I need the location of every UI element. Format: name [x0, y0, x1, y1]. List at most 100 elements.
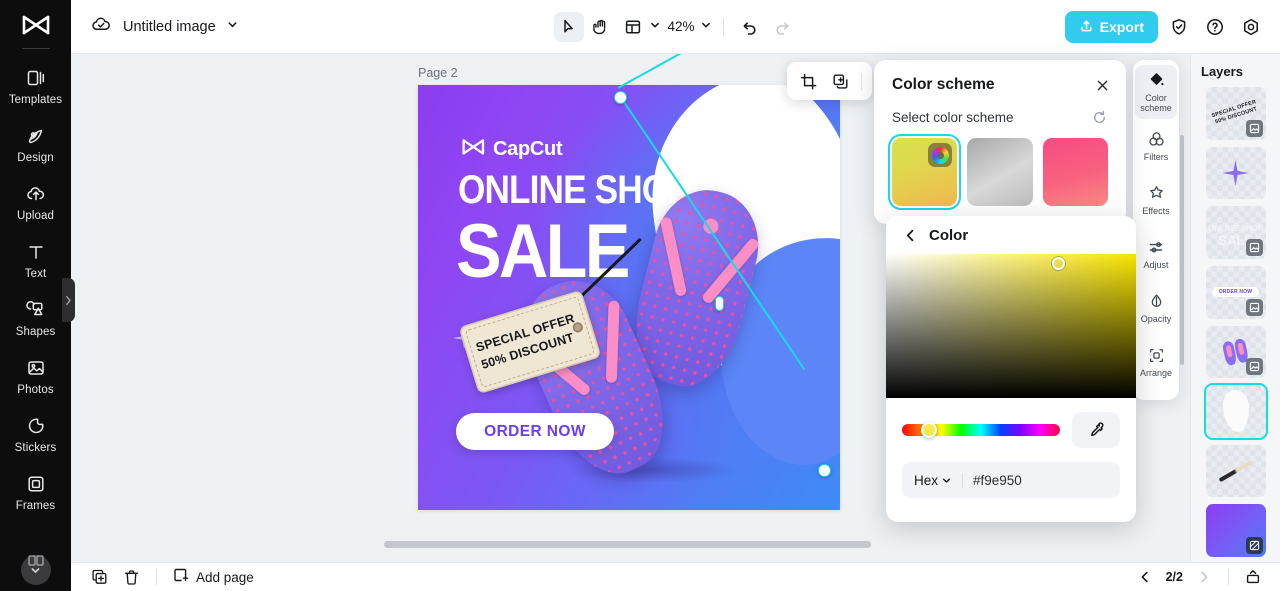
sidebar-item-label: Frames	[15, 499, 56, 512]
rail-item-effects[interactable]: Effects	[1135, 173, 1177, 227]
rail-item-color-scheme[interactable]: Color scheme	[1135, 65, 1177, 119]
saturation-value-handle[interactable]	[1052, 257, 1065, 270]
rail-item-adjust[interactable]: Adjust	[1135, 227, 1177, 281]
adjust-sliders-icon	[1147, 239, 1165, 257]
duplicate-icon[interactable]	[826, 67, 854, 95]
eyedropper-icon[interactable]	[1072, 412, 1120, 448]
sidebar-item-label: Upload	[16, 209, 55, 222]
arrange-icon	[1147, 347, 1165, 365]
export-button[interactable]: Export	[1064, 10, 1158, 43]
hex-input-bar[interactable]: Hex #f9e950	[902, 462, 1120, 498]
background-badge-icon	[1245, 537, 1263, 554]
left-sidebar: Templates Design Upload Text Shapes Phot…	[0, 0, 71, 591]
design-brand-lockup[interactable]: CapCut	[461, 138, 563, 161]
next-page-button[interactable]	[1191, 565, 1217, 589]
crop-icon[interactable]	[794, 67, 822, 95]
chevron-down-icon[interactable]	[649, 18, 661, 36]
photos-icon	[25, 357, 47, 379]
color-wheel-icon[interactable]	[928, 143, 953, 167]
top-toolbar: Untitled image 42% Export	[71, 0, 1280, 54]
layer-item-special-offer-tag[interactable]: SPECIAL OFFER 50% DISCOUNT	[1205, 87, 1266, 140]
layer-item-sparkle[interactable]	[1205, 146, 1266, 200]
duplicate-page-icon[interactable]	[85, 564, 113, 590]
sidebar-item-stickers[interactable]: Stickers	[0, 405, 71, 463]
color-scheme-swatch-yellow-green[interactable]	[887, 134, 962, 210]
select-tool-button[interactable]	[554, 11, 585, 42]
layout-grid-icon[interactable]	[618, 12, 648, 42]
frames-icon	[25, 473, 47, 495]
sidebar-item-photos[interactable]: Photos	[0, 347, 71, 405]
layout-tool-combo[interactable]	[618, 12, 661, 42]
capcut-logo-icon[interactable]	[19, 12, 53, 38]
sidebar-item-label: Text	[24, 267, 47, 280]
sidebar-item-frames[interactable]: Frames	[0, 463, 71, 521]
rail-item-label: Color scheme	[1140, 92, 1172, 113]
layer-thumb-content	[1206, 445, 1266, 498]
color-scheme-swatch-grayscale[interactable]	[967, 138, 1033, 206]
layer-item-flip-flops[interactable]	[1205, 325, 1266, 379]
layers-title: Layers	[1201, 64, 1243, 79]
canvas-horizontal-scrollbar[interactable]	[384, 541, 871, 548]
sidebar-item-upload[interactable]: Upload	[0, 173, 71, 231]
saturation-value-field[interactable]	[886, 254, 1136, 398]
hue-slider-handle[interactable]	[921, 422, 937, 438]
color-scheme-icon	[1147, 72, 1165, 90]
effects-icon	[1147, 185, 1165, 203]
chevron-left-icon[interactable]	[902, 227, 919, 244]
present-button[interactable]	[1240, 565, 1266, 589]
design-cta-button[interactable]: ORDER NOW	[456, 413, 614, 450]
rail-item-opacity[interactable]: Opacity	[1135, 281, 1177, 335]
layer-item-order-now-button[interactable]: ORDER NOW	[1205, 265, 1266, 319]
reset-icon[interactable]	[1090, 108, 1108, 126]
layer-item-background[interactable]	[1205, 504, 1266, 557]
selection-handle-bottom[interactable]	[818, 464, 831, 477]
sidebar-item-templates[interactable]: Templates	[0, 57, 71, 115]
color-scheme-swatch-pink-red[interactable]	[1042, 138, 1108, 206]
layer-brush-shape	[1218, 459, 1253, 483]
sidebar-collapse-handle[interactable]	[62, 278, 75, 322]
sidebar-item-shapes[interactable]: Shapes	[0, 289, 71, 347]
hex-mode-selector[interactable]: Hex	[914, 473, 952, 488]
selection-handle-top[interactable]	[614, 91, 627, 104]
selection-handle-mid[interactable]	[715, 296, 724, 311]
sidebar-item-label: Templates	[8, 93, 63, 106]
sidebar-items: Templates Design Upload Text Shapes Phot…	[0, 57, 71, 521]
add-page-button[interactable]: Add page	[168, 567, 258, 587]
close-icon[interactable]	[1091, 74, 1113, 96]
layer-item-white-blob[interactable]	[1203, 383, 1268, 440]
sidebar-item-design[interactable]: Design	[0, 115, 71, 173]
rail-item-arrange[interactable]: Arrange	[1135, 335, 1177, 389]
bottom-divider	[156, 569, 157, 585]
sidebar-item-text[interactable]: Text	[0, 231, 71, 289]
artboard-page-2[interactable]: CapCut ONLINE SHOP SALE SPECIAL OFFER 50…	[418, 85, 840, 510]
sidebar-item-label: Stickers	[14, 441, 57, 454]
zoom-level[interactable]: 42%	[663, 19, 698, 34]
hand-tool-button[interactable]	[586, 12, 616, 42]
design-icon	[25, 125, 47, 147]
delete-page-icon[interactable]	[117, 564, 145, 590]
help-icon[interactable]	[1200, 12, 1230, 42]
rail-item-filters[interactable]: Filters	[1135, 119, 1177, 173]
capcut-logo-icon	[461, 138, 486, 161]
rail-scrollbar[interactable]	[1180, 135, 1184, 365]
layer-item-brush-stroke[interactable]	[1205, 444, 1266, 498]
undo-button[interactable]	[735, 12, 765, 42]
design-subheadline[interactable]: SALE	[456, 213, 630, 291]
layer-thumb-content	[1206, 385, 1266, 438]
layer-item-online-shop-sale[interactable]: CapCut ONLINE SHOP SALE	[1205, 206, 1266, 259]
sidebar-more-icon	[27, 553, 45, 566]
redo-button[interactable]	[767, 12, 797, 42]
chevron-down-icon[interactable]	[700, 18, 712, 36]
zoom-combo[interactable]: 42%	[663, 18, 711, 36]
hue-slider[interactable]	[902, 422, 1060, 438]
bottom-divider	[1228, 569, 1229, 585]
design-headline[interactable]: ONLINE SHOP	[458, 169, 692, 211]
hex-bar-divider	[962, 472, 964, 488]
color-scheme-title: Color scheme	[892, 76, 995, 93]
hex-value-input[interactable]: #f9e950	[973, 473, 1108, 488]
toolbar-divider	[722, 17, 724, 36]
color-picker-title: Color	[929, 226, 969, 244]
prev-page-button[interactable]	[1132, 565, 1158, 589]
gear-icon[interactable]	[1236, 12, 1266, 42]
shield-check-icon[interactable]	[1164, 12, 1194, 42]
